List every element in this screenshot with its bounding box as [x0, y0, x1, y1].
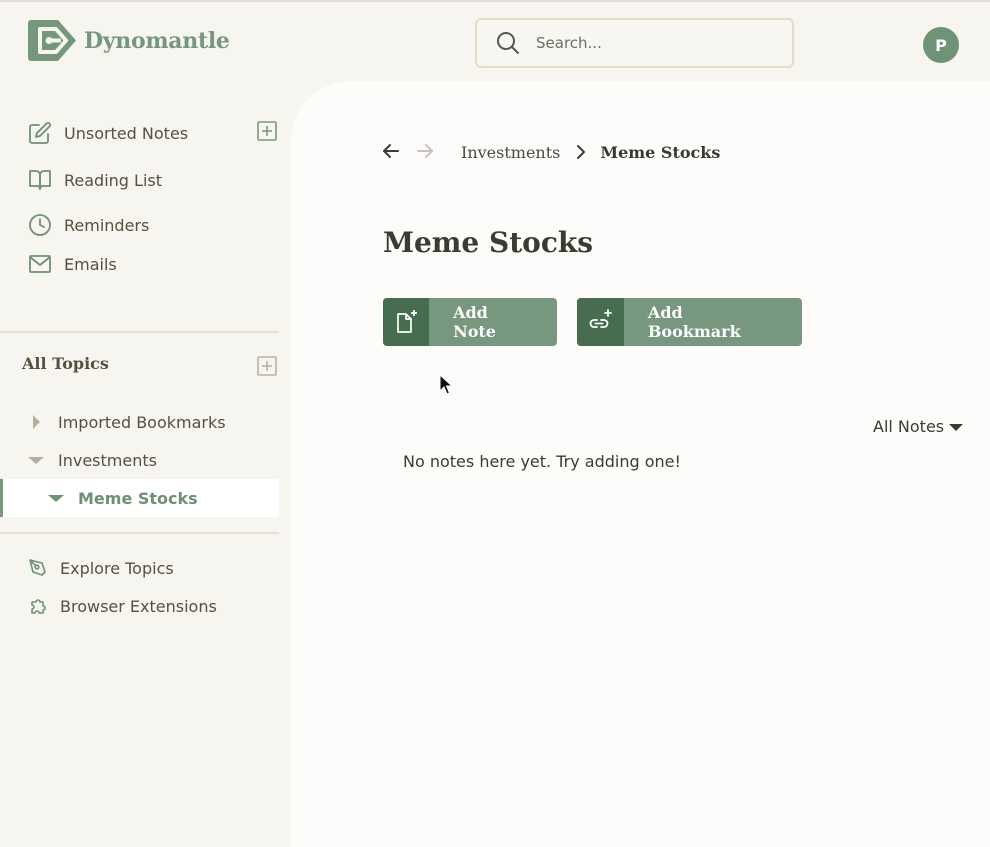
sidebar-divider	[0, 331, 279, 333]
sidebar-item-label: Emails	[64, 254, 117, 274]
all-notes-filter-dropdown[interactable]: All Notes	[873, 417, 964, 436]
chevron-right-icon	[576, 144, 586, 160]
add-topic-plus-icon[interactable]	[257, 356, 277, 376]
search-input[interactable]	[536, 34, 766, 52]
sidebar-item-label: Explore Topics	[60, 558, 174, 578]
sidebar-item-label: Reminders	[64, 215, 150, 235]
topic-meme-stocks[interactable]: Meme Stocks	[48, 486, 198, 510]
caret-down-icon[interactable]	[48, 491, 64, 505]
topic-imported-bookmarks[interactable]: Imported Bookmarks	[30, 410, 226, 434]
sidebar-item-label: Reading List	[64, 170, 162, 190]
app-name: Dynomantle	[84, 27, 230, 54]
sidebar-item-reminders[interactable]: Reminders	[28, 213, 149, 237]
logo-icon	[28, 20, 76, 61]
filter-label: All Notes	[873, 417, 945, 436]
link-plus-icon	[577, 298, 624, 346]
caret-right-icon[interactable]	[30, 415, 44, 429]
page-title: Meme Stocks	[383, 226, 594, 259]
sidebar-item-reading-list[interactable]: Reading List	[28, 168, 162, 192]
topic-investments[interactable]: Investments	[28, 448, 157, 472]
sidebar-item-label: Unsorted Notes	[64, 123, 189, 143]
add-bookmark-button[interactable]: Add Bookmark	[577, 298, 802, 346]
file-plus-icon	[383, 298, 430, 346]
puzzle-icon	[28, 596, 48, 616]
user-avatar[interactable]: P	[923, 27, 959, 63]
all-topics-title: All Topics	[22, 354, 109, 373]
topic-label: Meme Stocks	[78, 488, 198, 508]
sidebar-item-unsorted-notes[interactable]: Unsorted Notes	[28, 121, 188, 145]
edit-icon	[28, 121, 52, 145]
search-box[interactable]	[475, 18, 794, 68]
book-open-icon	[28, 168, 52, 192]
caret-down-icon[interactable]	[28, 453, 44, 467]
sidebar-item-label: Browser Extensions	[60, 596, 217, 616]
mail-icon	[28, 252, 52, 276]
topic-label: Imported Bookmarks	[58, 412, 226, 432]
breadcrumb-meme-stocks: Meme Stocks	[600, 142, 721, 162]
breadcrumb-investments[interactable]: Investments	[461, 143, 560, 162]
caret-down-icon	[949, 422, 964, 432]
topic-label: Investments	[58, 450, 157, 470]
app-logo[interactable]: Dynomantle	[28, 20, 230, 61]
sidebar-divider	[0, 532, 279, 534]
add-note-label: Add Note	[453, 303, 496, 341]
sidebar-item-emails[interactable]: Emails	[28, 252, 117, 276]
breadcrumb: Investments Meme Stocks	[461, 141, 720, 163]
clock-icon	[28, 213, 52, 237]
forward-arrow-icon[interactable]	[415, 141, 435, 161]
add-note-plus-icon[interactable]	[257, 121, 277, 141]
add-bookmark-label: Add Bookmark	[647, 303, 741, 341]
sidebar-item-explore-topics[interactable]: Explore Topics	[28, 556, 174, 580]
mouse-cursor-icon	[439, 373, 454, 400]
sidebar-item-browser-extensions[interactable]: Browser Extensions	[28, 594, 217, 618]
pen-nib-icon	[28, 558, 48, 578]
add-note-button[interactable]: Add Note	[383, 298, 557, 346]
search-icon	[496, 31, 520, 55]
top-border	[0, 0, 990, 2]
back-arrow-icon[interactable]	[381, 141, 401, 161]
empty-state-message: No notes here yet. Try adding one!	[403, 452, 681, 471]
